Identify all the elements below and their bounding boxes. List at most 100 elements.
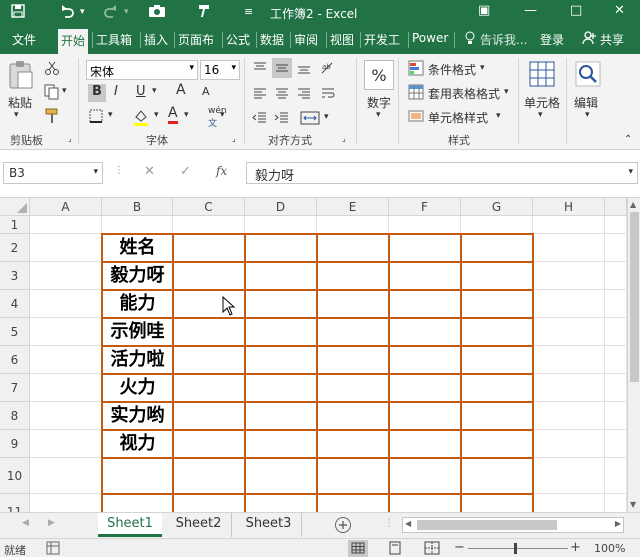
select-all-corner[interactable] <box>0 198 30 216</box>
column-header-a[interactable]: A <box>30 198 102 216</box>
tab-insert[interactable]: 插入 <box>144 31 168 48</box>
row-header-4[interactable]: 4 <box>0 290 30 318</box>
cells-icon[interactable] <box>528 60 556 91</box>
horizontal-scrollbar[interactable]: ◀ ▶ <box>402 517 624 533</box>
undo-dropdown-icon[interactable]: ▾ <box>80 7 85 17</box>
tell-me-search[interactable]: 告诉我... <box>480 31 527 48</box>
align-bottom-icon[interactable] <box>296 60 312 79</box>
share-button[interactable]: 共享 <box>600 31 624 48</box>
column-header-partial[interactable] <box>605 198 627 216</box>
row-header-11[interactable]: 11 <box>0 494 30 512</box>
italic-button[interactable]: I <box>114 84 118 99</box>
scroll-right-icon[interactable]: ▶ <box>615 519 621 528</box>
vertical-scrollbar[interactable]: ▲ ▼ <box>627 198 640 512</box>
zoom-in-button[interactable]: + <box>570 540 581 555</box>
scroll-up-icon[interactable]: ▲ <box>630 200 636 209</box>
close-button[interactable]: ✕ <box>614 3 625 18</box>
increase-indent-icon[interactable] <box>274 110 290 129</box>
border-icon[interactable] <box>88 108 104 127</box>
column-header-b[interactable]: B <box>102 198 173 216</box>
cancel-entry-icon[interactable]: ✕ <box>144 164 155 179</box>
minimize-button[interactable]: — <box>524 3 537 18</box>
paste-dropdown-icon[interactable]: ▾ <box>14 110 19 120</box>
tab-data[interactable]: 数据 <box>260 31 284 48</box>
grow-font-button[interactable]: A <box>176 82 186 98</box>
tab-review[interactable]: 审阅 <box>294 31 318 48</box>
scroll-down-icon[interactable]: ▼ <box>630 500 636 509</box>
row-header-1[interactable]: 1 <box>0 216 30 234</box>
font-color-dropdown-icon[interactable]: ▾ <box>184 110 189 120</box>
cells-group-label[interactable]: 单元格 <box>524 94 560 111</box>
column-header-h[interactable]: H <box>533 198 605 216</box>
copy-dropdown-icon[interactable]: ▾ <box>62 86 67 96</box>
conditional-format-icon[interactable] <box>408 60 424 79</box>
row-header-6[interactable]: 6 <box>0 346 30 374</box>
sheet-tab-3[interactable]: Sheet3 <box>236 513 302 537</box>
cell-b3[interactable]: 毅力呀 <box>102 262 173 290</box>
editing-search-icon[interactable] <box>574 60 602 91</box>
orientation-icon[interactable]: ab <box>320 60 336 79</box>
new-sheet-icon[interactable] <box>334 516 352 537</box>
sheet-tab-2[interactable]: Sheet2 <box>166 513 232 537</box>
fill-color-dropdown-icon[interactable]: ▾ <box>154 110 159 120</box>
row-header-3[interactable]: 3 <box>0 262 30 290</box>
format-as-table-icon[interactable] <box>408 84 424 103</box>
column-header-f[interactable]: F <box>389 198 461 216</box>
row-header-5[interactable]: 5 <box>0 318 30 346</box>
tab-power[interactable]: Power <box>412 31 448 45</box>
column-header-d[interactable]: D <box>245 198 317 216</box>
align-middle-icon[interactable] <box>272 58 292 78</box>
conditional-format-dropdown-icon[interactable]: ▾ <box>480 63 485 73</box>
scroll-left-icon[interactable]: ◀ <box>405 519 411 528</box>
cell-b6[interactable]: 活力啦 <box>102 346 173 374</box>
copy-icon[interactable] <box>44 84 62 103</box>
font-name-dropdown-icon[interactable]: ▾ <box>189 63 194 73</box>
cell-styles-dropdown-icon[interactable]: ▾ <box>496 111 501 121</box>
column-header-e[interactable]: E <box>317 198 389 216</box>
tab-home[interactable]: 开始 <box>58 29 89 54</box>
normal-view-icon[interactable] <box>348 540 368 557</box>
cell-styles-icon[interactable] <box>408 108 424 127</box>
shrink-font-button[interactable]: A <box>202 85 210 98</box>
redo-icon[interactable] <box>102 3 120 23</box>
row-header-10[interactable]: 10 <box>0 458 30 494</box>
alignment-launcher-icon[interactable]: ⌟ <box>342 134 346 143</box>
camera-icon[interactable] <box>148 3 166 23</box>
editing-dropdown-icon[interactable]: ▾ <box>585 110 590 120</box>
tab-split-grip[interactable]: ⋮ <box>384 518 394 529</box>
sheet-tab-1[interactable]: Sheet1 <box>98 513 162 537</box>
merge-center-icon[interactable] <box>300 110 320 129</box>
column-header-g[interactable]: G <box>461 198 533 216</box>
tab-formulas[interactable]: 公式 <box>226 31 250 48</box>
format-as-table-dropdown-icon[interactable]: ▾ <box>504 87 509 97</box>
macro-record-icon[interactable] <box>46 541 60 558</box>
column-header-c[interactable]: C <box>173 198 245 216</box>
cut-icon[interactable] <box>44 60 60 79</box>
font-name-select[interactable]: 宋体 ▾ <box>86 60 198 80</box>
editing-group-label[interactable]: 编辑 <box>574 94 598 111</box>
cell-b4[interactable]: 能力 <box>102 290 173 318</box>
font-size-select[interactable]: 16 ▾ <box>200 60 240 80</box>
name-box[interactable]: B3 ▾ <box>3 162 103 184</box>
prev-sheet-icon[interactable]: ◀ <box>22 518 29 528</box>
paste-button-label[interactable]: 粘贴 <box>8 94 32 111</box>
undo-icon[interactable] <box>58 3 76 23</box>
next-sheet-icon[interactable]: ▶ <box>48 518 55 528</box>
restore-ribbon-icon[interactable]: ▣ <box>478 3 490 18</box>
cell-b7[interactable]: 火力 <box>102 374 173 402</box>
bold-button[interactable]: B <box>88 84 106 102</box>
formula-input[interactable]: 毅力呀 ▾ <box>246 162 638 184</box>
format-painter-brush-icon[interactable] <box>44 108 60 127</box>
align-left-icon[interactable] <box>252 86 268 105</box>
page-break-view-icon[interactable] <box>424 541 440 558</box>
border-dropdown-icon[interactable]: ▾ <box>108 110 113 120</box>
lightbulb-icon[interactable] <box>464 31 476 48</box>
paste-icon[interactable] <box>8 60 34 93</box>
number-dropdown-icon[interactable]: ▾ <box>376 110 381 120</box>
tab-toolbox[interactable]: 工具箱 <box>96 31 132 48</box>
page-layout-view-icon[interactable] <box>388 541 402 558</box>
save-icon[interactable] <box>10 3 26 23</box>
customize-quick-access-icon[interactable]: ≡ <box>244 5 253 18</box>
row-header-9[interactable]: 9 <box>0 430 30 458</box>
font-size-dropdown-icon[interactable]: ▾ <box>231 63 236 73</box>
